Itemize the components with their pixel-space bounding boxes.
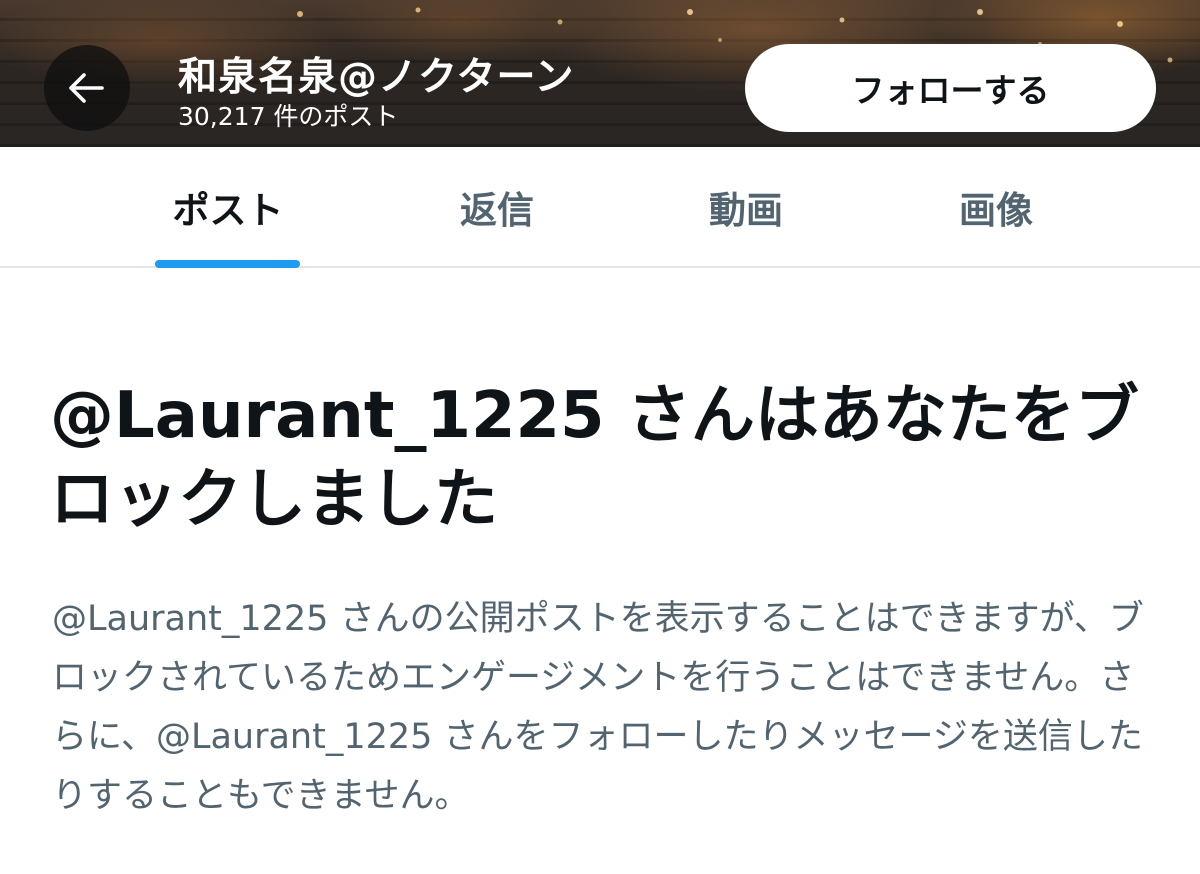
arrow-left-icon <box>69 73 104 103</box>
tab-label: 画像 <box>959 188 1033 232</box>
tab-videos[interactable]: 動画 <box>621 147 871 266</box>
profile-page: 和泉名泉@ノクターン 30,217 件のポスト フォローする ポスト 返信 動画… <box>0 0 1200 874</box>
follow-button[interactable]: フォローする <box>745 44 1156 132</box>
tab-label: 動画 <box>709 188 783 232</box>
profile-display-name: 和泉名泉@ノクターン <box>178 55 575 100</box>
active-tab-indicator <box>155 260 300 268</box>
blocked-description: @Laurant_1225 さんの公開ポストを表示することはできますが、ブロック… <box>52 599 1144 816</box>
tab-label: ポスト <box>172 188 284 232</box>
profile-tabs: ポスト 返信 動画 画像 <box>0 147 1200 268</box>
tab-posts[interactable]: ポスト <box>103 147 353 266</box>
tab-images[interactable]: 画像 <box>871 147 1121 266</box>
back-button[interactable] <box>44 45 130 131</box>
blocked-title: @Laurant_1225 さんはあなたをブロックしました <box>50 379 1139 537</box>
post-count: 30,217 件のポスト <box>178 102 399 131</box>
profile-header: 和泉名泉@ノクターン 30,217 件のポスト フォローする <box>0 0 1200 147</box>
tab-label: 返信 <box>460 188 534 232</box>
tab-replies[interactable]: 返信 <box>372 147 622 266</box>
